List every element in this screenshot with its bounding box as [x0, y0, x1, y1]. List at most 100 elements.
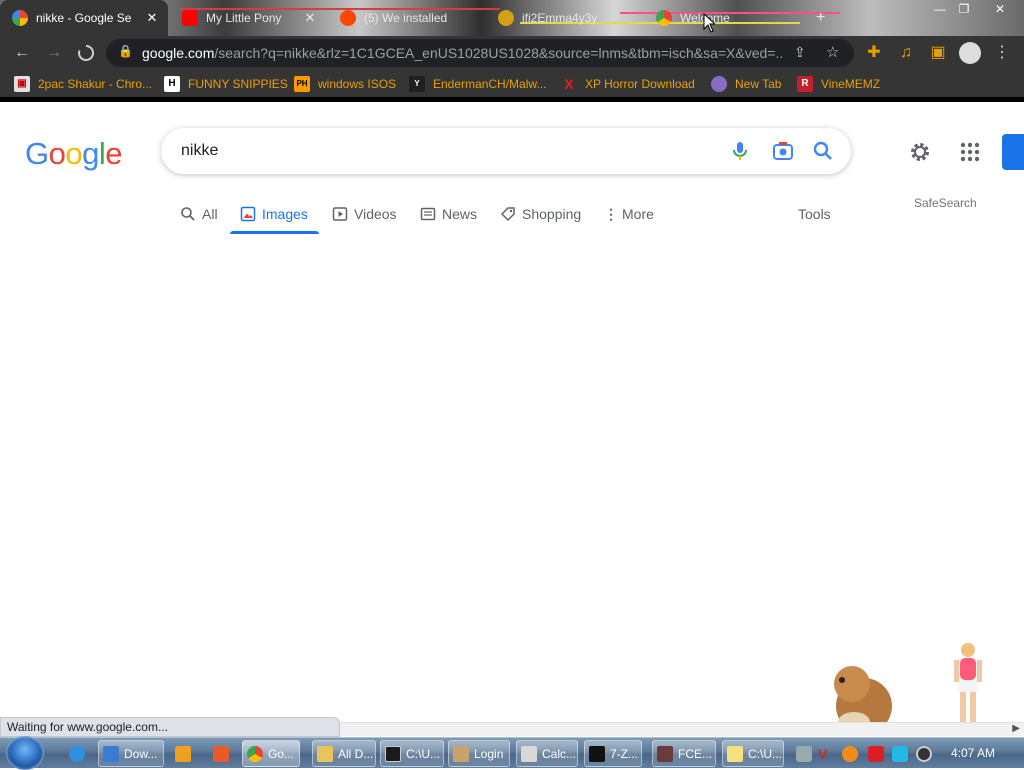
tray-v-icon[interactable]: V — [818, 746, 834, 762]
profile-avatar-icon[interactable] — [958, 41, 982, 65]
close-icon[interactable]: ✕ — [302, 10, 318, 26]
taskbar-media[interactable] — [170, 740, 200, 767]
tab-title: Welcome — [680, 11, 794, 25]
side-panel-icon[interactable]: ▣ — [926, 41, 950, 65]
google-logo[interactable]: Google — [25, 136, 123, 172]
search-input[interactable]: nikke — [181, 142, 218, 160]
star-bookmark-icon[interactable]: ☆ — [826, 43, 839, 61]
download-icon — [103, 745, 119, 762]
r-icon: R — [797, 76, 813, 92]
taskbar-fce[interactable]: FCE... — [652, 740, 716, 767]
taskbar-label: Login — [474, 746, 504, 761]
taskbar-cmd[interactable]: C:\U... — [380, 740, 444, 767]
taskbar-downloads[interactable]: Dow... — [98, 740, 164, 767]
taskbar-clock[interactable]: 4:07 AM — [951, 746, 995, 760]
search-box[interactable]: nikke — [161, 128, 851, 174]
lens-camera-icon[interactable] — [771, 139, 795, 163]
bookmark-label: VineMEMZ — [821, 77, 881, 91]
mouse-cursor-icon — [703, 13, 715, 33]
7zip-icon — [589, 745, 605, 762]
h-icon: H — [164, 76, 180, 92]
microphone-icon[interactable] — [728, 139, 752, 163]
bookmark-2pac[interactable]: ▣ 2pac Shakur - Chro... — [14, 75, 152, 93]
tab-label: More — [622, 206, 654, 222]
tab-images[interactable]: Images — [240, 204, 308, 224]
tab-shopping[interactable]: Shopping — [500, 204, 581, 224]
taskbar-label: FCE... — [678, 746, 713, 761]
tab-title: ifi2Emma4y3y — [522, 11, 598, 25]
tray-disc-icon[interactable] — [916, 746, 932, 762]
tools-button[interactable]: Tools — [798, 206, 831, 222]
url-domain: google.com — [142, 45, 215, 61]
url-path: /search?q=nikke&rlz=1C1GCEA_enUS1028US10… — [214, 45, 782, 61]
play-icon — [332, 207, 348, 221]
start-orb-icon[interactable] — [6, 736, 44, 770]
back-arrow-icon[interactable]: ← — [10, 41, 34, 65]
taskbar-label: Calc... — [542, 746, 577, 761]
scroll-right-icon[interactable]: ▶ — [1012, 723, 1020, 734]
tab-label: Images — [262, 206, 308, 222]
minimize-icon[interactable]: — — [928, 2, 952, 16]
tab-youtube[interactable]: My Little Pony ✕ — [170, 0, 326, 36]
tab-videos[interactable]: Videos — [332, 204, 397, 224]
selected-tab-indicator — [230, 231, 319, 234]
bookmark-funny-snippies[interactable]: H FUNNY SNIPPIES — [164, 75, 288, 93]
news-icon — [420, 207, 436, 221]
taskbar-label: 7-Z... — [610, 746, 639, 761]
tray-search-icon[interactable] — [842, 746, 858, 762]
stop-loading-icon[interactable] — [74, 41, 98, 65]
horizontal-scrollbar[interactable]: ▶ — [340, 722, 1024, 736]
bag-icon: ▣ — [14, 76, 30, 92]
address-bar[interactable]: 🔒 google.com/search?q=nikke&rlz=1C1GCEA_… — [106, 39, 854, 67]
google-icon — [12, 10, 28, 26]
tab-welcome[interactable]: Welcome — [644, 0, 794, 36]
extensions-puzzle-icon[interactable]: ✚ — [862, 41, 886, 65]
tray-network-icon[interactable] — [796, 746, 812, 762]
close-window-icon[interactable]: ✕ — [988, 2, 1012, 16]
bookmark-label: windows ISOS — [318, 77, 397, 91]
tab-more[interactable]: ⋮ More — [604, 204, 654, 224]
gear-icon[interactable] — [908, 140, 932, 164]
taskbar-ie[interactable] — [64, 740, 94, 767]
safesearch-link[interactable]: SafeSearch — [914, 196, 977, 210]
taskbar-7zip[interactable]: 7-Z... — [584, 740, 642, 767]
status-bubble: Waiting for www.google.com... — [0, 717, 340, 737]
url-text[interactable]: google.com/search?q=nikke&rlz=1C1GCEA_en… — [142, 45, 782, 61]
taskbar-notepad[interactable]: C:\U... — [722, 740, 784, 767]
bookmark-windows-isos[interactable]: PH windows ISOS — [294, 75, 396, 93]
bookmark-vinememz[interactable]: R VineMEMZ — [797, 75, 880, 93]
taskbar-label: C:\U... — [406, 746, 441, 761]
new-tab-button[interactable]: + — [816, 0, 836, 36]
tray-flag-icon[interactable] — [868, 746, 884, 762]
kebab-menu-icon[interactable]: ⋮ — [990, 41, 1014, 65]
taskbar-label: C:\U... — [748, 746, 783, 761]
taskbar-all-d[interactable]: All D... — [312, 740, 376, 767]
search-icon[interactable] — [811, 139, 835, 163]
tray-monitor-icon[interactable] — [892, 746, 908, 762]
tab-news[interactable]: News — [420, 204, 477, 224]
bookmark-new-tab[interactable]: New Tab — [711, 75, 781, 93]
tab-reddit[interactable]: (5) We installed — [328, 0, 484, 36]
share-icon[interactable]: ⇪ — [794, 44, 806, 61]
restore-icon[interactable]: ❐ — [952, 2, 976, 16]
tab-coin[interactable]: ifi2Emma4y3y — [486, 0, 642, 36]
yt-icon: Y — [409, 76, 425, 92]
bookmark-endermanch[interactable]: Y EndermanCH/Malw... — [409, 75, 546, 93]
reddit-icon — [340, 10, 356, 26]
media-playlist-icon[interactable]: ♫ — [894, 41, 918, 65]
search-icon — [181, 207, 195, 221]
close-icon[interactable]: ✕ — [144, 10, 160, 26]
more-vert-icon: ⋮ — [604, 205, 618, 222]
tab-all[interactable]: All — [180, 204, 218, 224]
bookmark-xp-horror[interactable]: X XP Horror Download — [561, 75, 695, 93]
planet-icon — [711, 76, 727, 92]
taskbar-calculator[interactable]: Calc... — [516, 740, 578, 767]
tab-google-search[interactable]: nikke - Google Se ✕ — [0, 0, 168, 36]
taskbar-chrome[interactable]: Go... — [242, 740, 300, 767]
sign-in-button[interactable] — [1002, 134, 1024, 170]
apps-grid-icon[interactable] — [958, 140, 982, 164]
taskbar-tool[interactable] — [208, 740, 238, 767]
taskbar-login[interactable]: Login — [448, 740, 510, 767]
forward-arrow-icon[interactable]: → — [42, 41, 66, 65]
coin-icon — [498, 10, 514, 26]
